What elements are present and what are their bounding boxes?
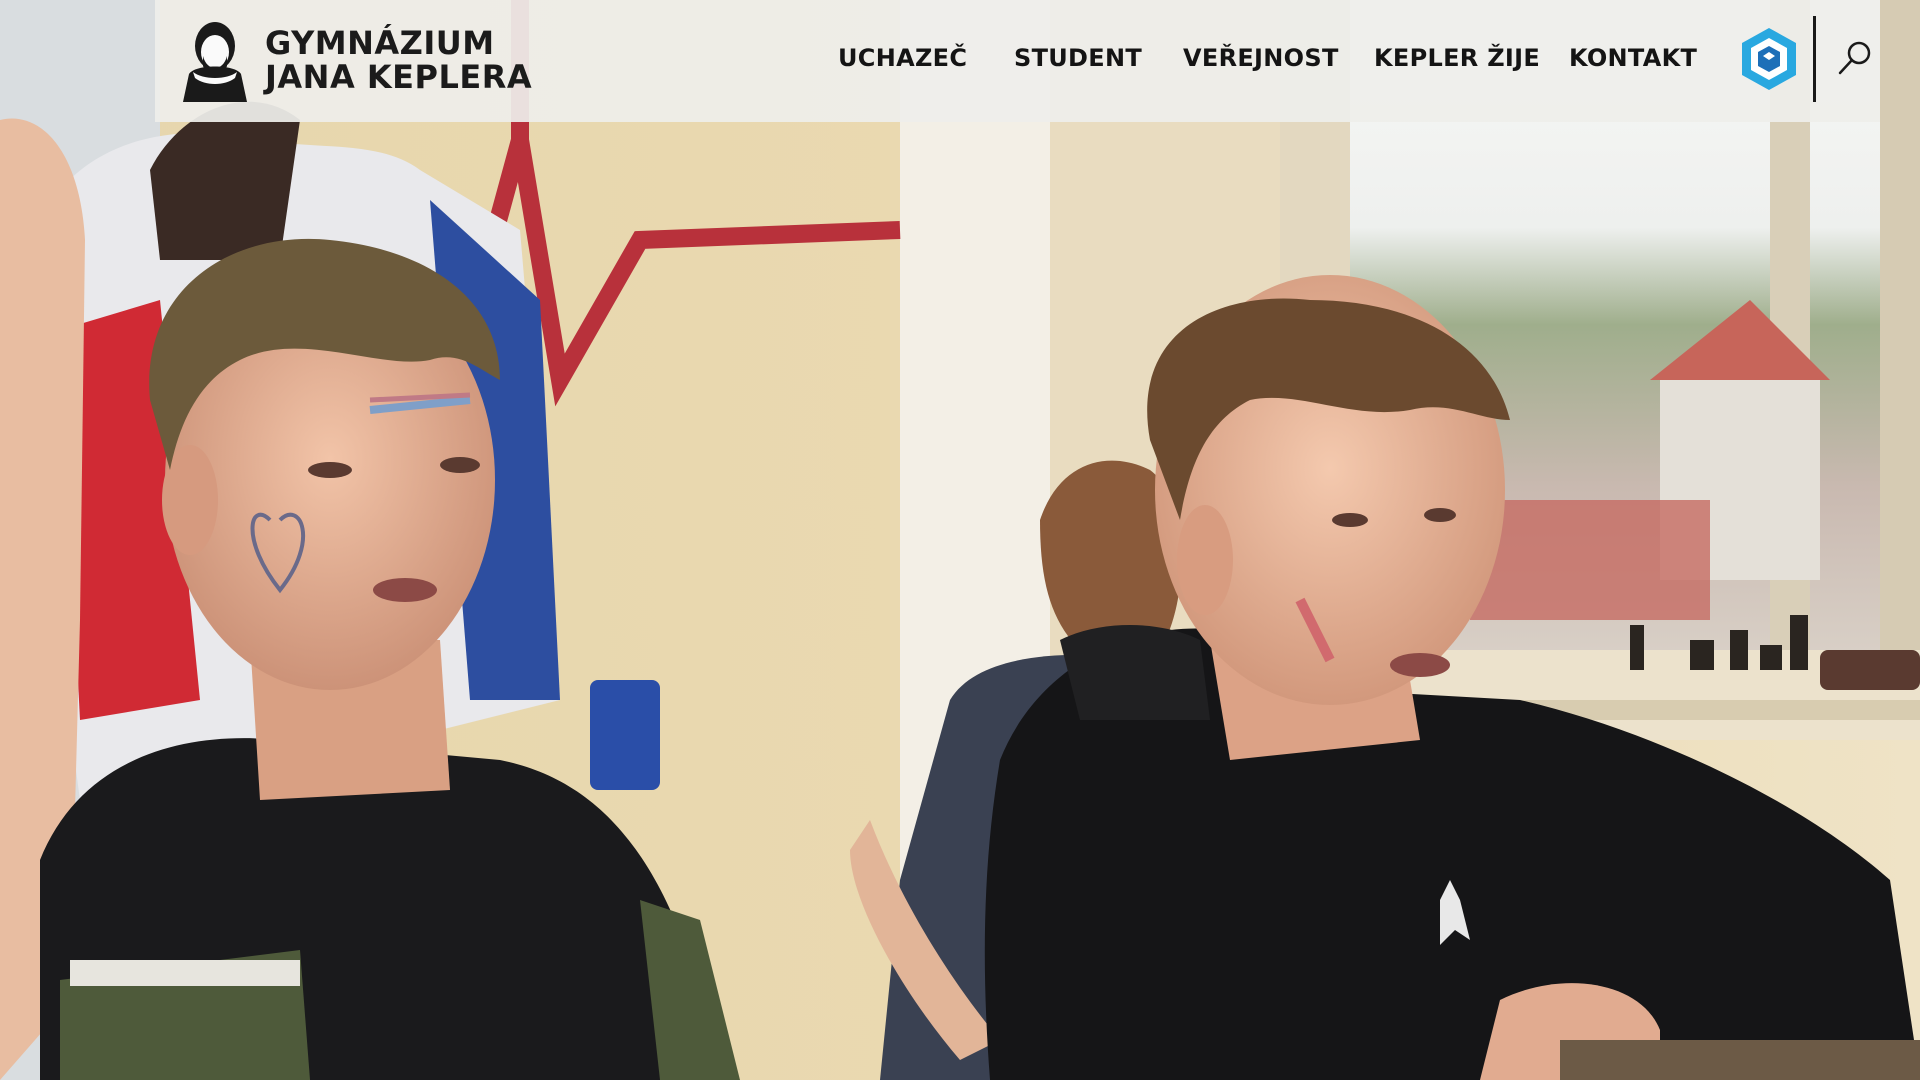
nav-item-verejnost[interactable]: VEŘEJNOST (1183, 44, 1339, 72)
nav-item-uchazec[interactable]: UCHAZEČ (838, 44, 967, 72)
main-nav: UCHAZEČ STUDENT VEŘEJNOST KEPLER ŽIJE KO… (155, 0, 1880, 122)
nav-item-kontakt[interactable]: KONTAKT (1569, 44, 1697, 72)
search-icon[interactable] (1835, 38, 1875, 78)
nav-divider (1813, 16, 1816, 102)
top-navbar: GYMNÁZIUM JANA KEPLERA UCHAZEČ STUDENT V… (155, 0, 1880, 122)
hero-photo (0, 0, 1920, 1080)
hexagon-logo-icon[interactable] (1739, 26, 1799, 92)
nav-item-student[interactable]: STUDENT (1014, 44, 1142, 72)
nav-item-kepler-zije[interactable]: KEPLER ŽIJE (1374, 44, 1540, 72)
hero-image (0, 0, 1920, 1080)
